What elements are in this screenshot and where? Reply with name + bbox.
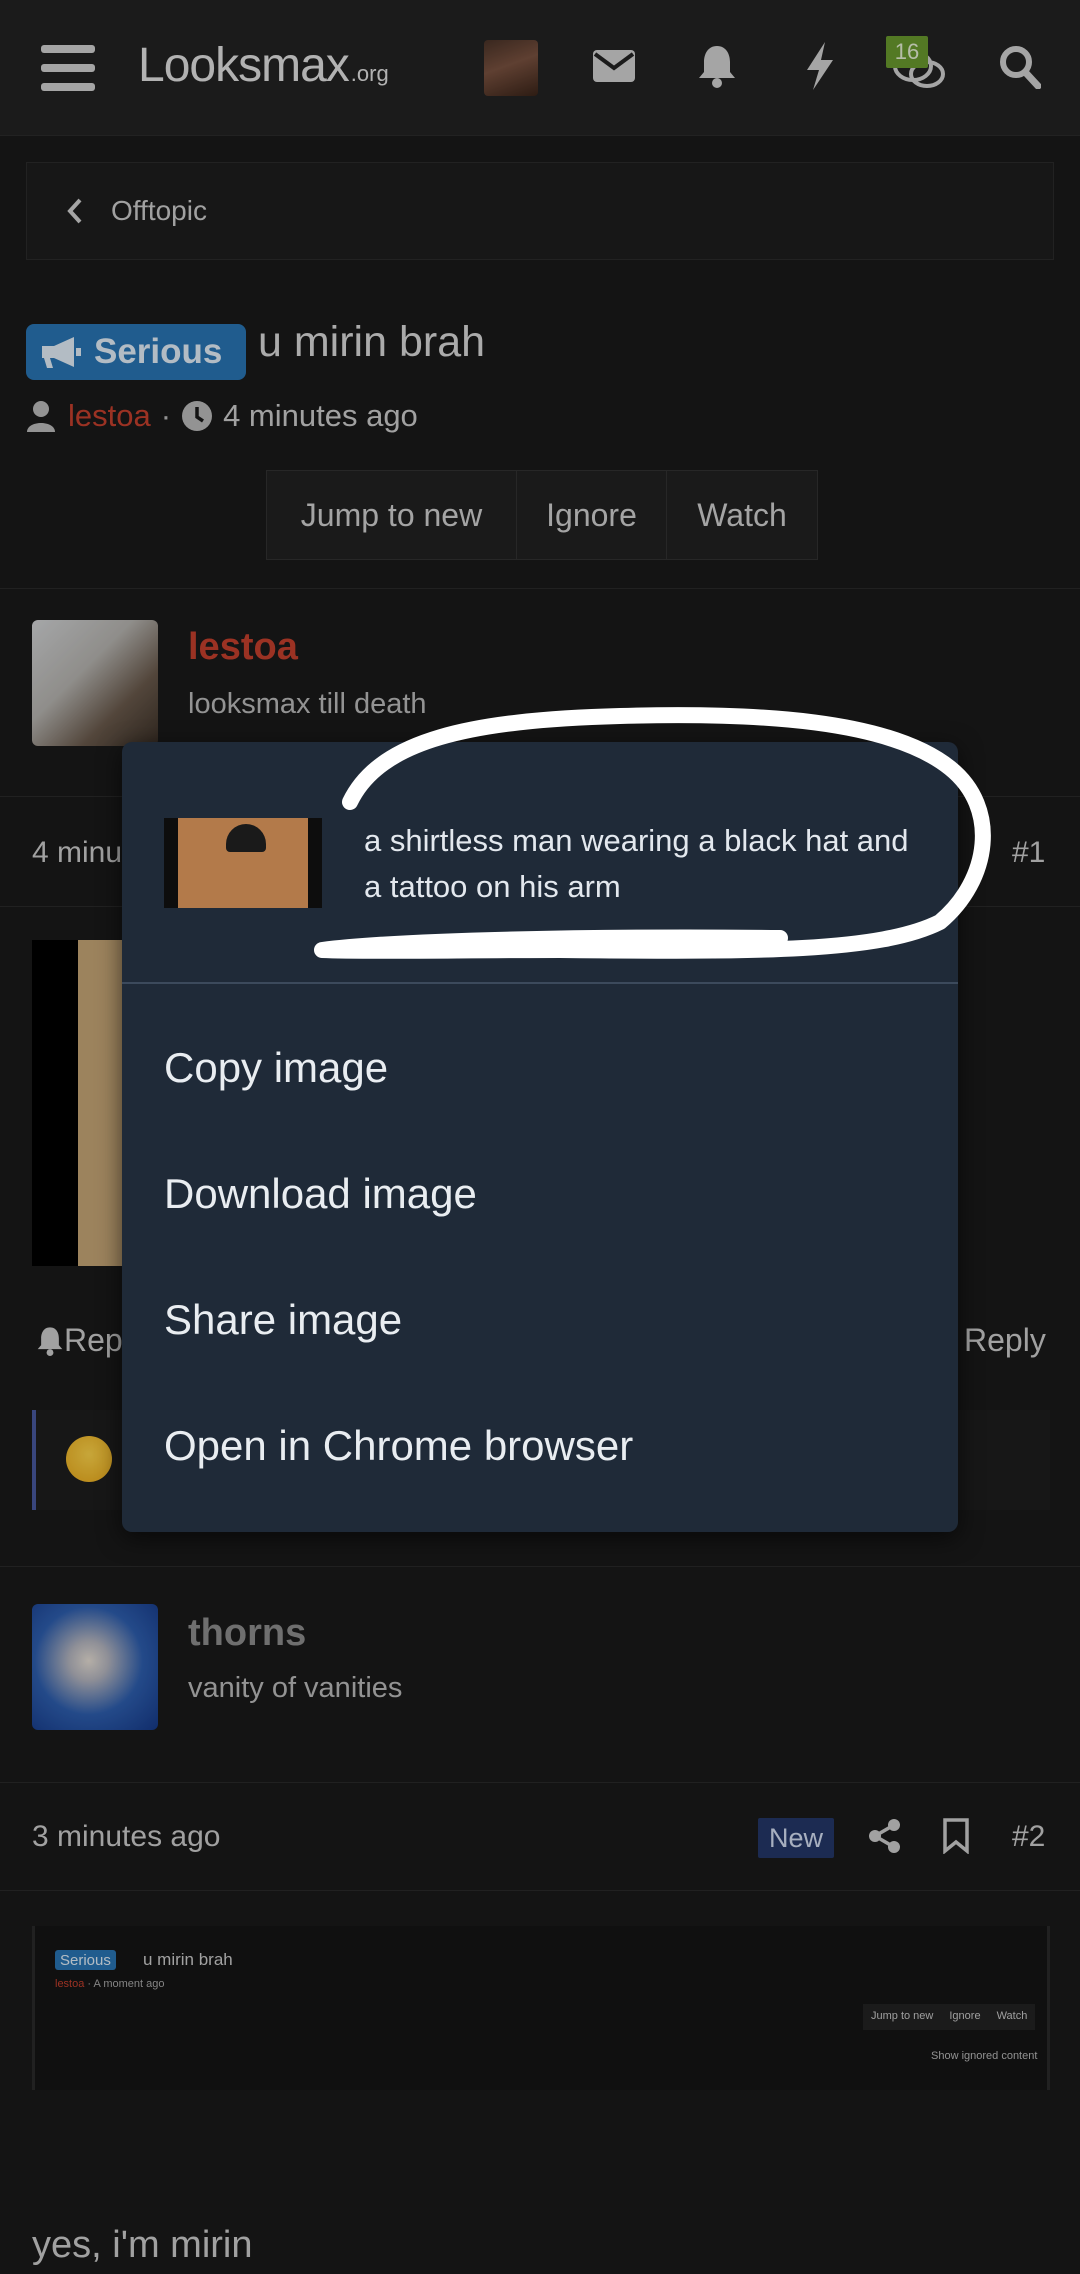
scribble-annotation xyxy=(314,707,991,959)
